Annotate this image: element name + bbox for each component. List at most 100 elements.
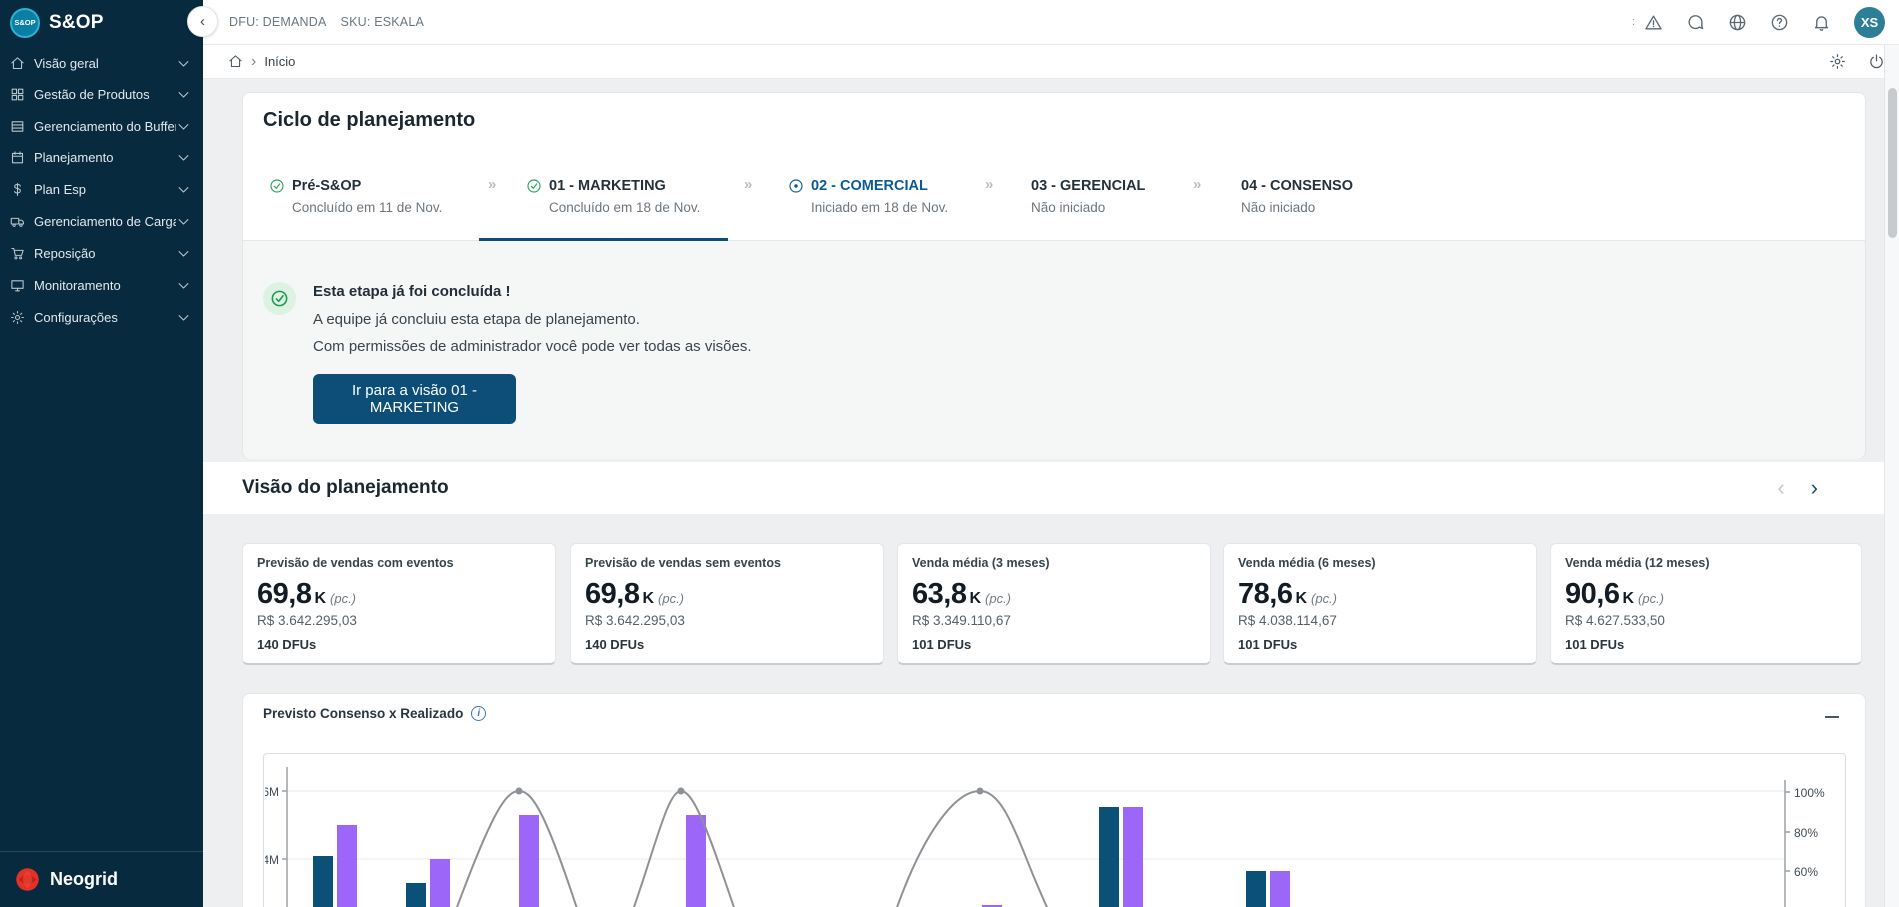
sidebar-item-gestao-produtos[interactable]: Gestão de Produtos: [0, 79, 203, 109]
step-separator-icon: »: [744, 176, 750, 193]
sidebar-item-label: Visão geral: [34, 56, 176, 71]
neogrid-wordmark: Neogrid: [50, 869, 118, 890]
vertical-scrollbar[interactable]: [1884, 0, 1899, 907]
carousel-controls: ‹ ›: [1777, 475, 1818, 501]
breadcrumb-separator-icon: ›: [251, 53, 256, 71]
step-title: Pré-S&OP: [292, 178, 361, 194]
sidebar: S&OP S&OP Visão geral Gestão de Produtos…: [0, 0, 203, 907]
sidebar-item-configuracoes[interactable]: Configurações: [0, 302, 203, 332]
context-info: DFU: DEMANDA SKU: ESKALA: [229, 15, 424, 29]
kpi-currency: R$ 3.349.110,67: [912, 613, 1196, 628]
step-separator-icon: »: [1193, 176, 1199, 193]
chevron-down-icon: [176, 56, 191, 71]
chart-header: Previsto Consenso x Realizado i: [263, 706, 486, 721]
sidebar-item-monitoramento[interactable]: Monitoramento: [0, 270, 203, 300]
sidebar-item-reposicao[interactable]: Reposição: [0, 238, 203, 268]
sidebar-item-planejamento[interactable]: Planejamento: [0, 142, 203, 172]
step-subtitle: Concluído em 18 de Nov.: [549, 200, 700, 215]
step-separator-icon: »: [488, 176, 494, 193]
planning-view-header: Visão do planejamento ‹ ›: [203, 462, 1884, 514]
chart-title: Previsto Consenso x Realizado: [263, 706, 463, 721]
success-badge: [263, 282, 296, 315]
minimize-icon[interactable]: [1825, 716, 1839, 718]
breadcrumb-current: Início: [264, 54, 295, 69]
step-subtitle: Não iniciado: [1031, 200, 1145, 215]
kpi-title: Previsão de vendas sem eventos: [585, 556, 869, 570]
brand: S&OP S&OP: [0, 0, 203, 45]
notice-title: Esta etapa já foi concluída !: [313, 283, 511, 300]
step-title: 04 - CONSENSO: [1241, 178, 1353, 194]
help-icon[interactable]: [1770, 13, 1789, 32]
chat-icon[interactable]: [1686, 13, 1705, 32]
kpi-currency: R$ 3.642.295,03: [585, 613, 869, 628]
kpi-dfus: 101 DFUs: [1238, 637, 1522, 652]
power-icon[interactable]: [1868, 53, 1885, 70]
sidebar-item-label: Configurações: [34, 310, 176, 325]
kpi-card-previsao-sem-eventos: Previsão de vendas sem eventos 69,8K(pc.…: [570, 543, 884, 665]
alert-triangle-icon[interactable]: [1644, 13, 1663, 32]
kpi-card-venda-media-3m: Venda média (3 meses) 63,8K(pc.) R$ 3.34…: [897, 543, 1211, 665]
kpi-value: 78,6K(pc.): [1238, 578, 1522, 611]
scrollbar-thumb[interactable]: [1888, 88, 1897, 238]
sidebar-item-label: Monitoramento: [34, 278, 176, 293]
app-title: S&OP: [49, 12, 104, 34]
step-title: 02 - COMERCIAL: [811, 178, 928, 194]
chart-plot-area: 6M4M100%80%60%: [263, 753, 1846, 907]
chevron-down-icon: [176, 182, 191, 197]
chevron-down-icon: [176, 246, 191, 261]
step-03-gerencial[interactable]: 03 - GERENCIAL Não iniciado: [1031, 156, 1145, 241]
home-icon: [10, 56, 25, 71]
go-to-marketing-view-button[interactable]: Ir para a visão 01 - MARKETING: [313, 374, 516, 424]
step-subtitle: Não iniciado: [1241, 200, 1353, 215]
sidebar-item-plan-esp[interactable]: Plan Esp: [0, 174, 203, 204]
gear-icon[interactable]: [1829, 53, 1846, 70]
truck-icon: [10, 214, 25, 229]
breadcrumb-bar: › Início: [203, 45, 1899, 79]
step-separator-icon: »: [985, 176, 991, 193]
kpi-dfus: 101 DFUs: [912, 637, 1196, 652]
sidebar-item-visao-geral[interactable]: Visão geral: [0, 48, 203, 78]
svg-text:60%: 60%: [1794, 865, 1818, 879]
sidebar-item-gerenciamento-cargas[interactable]: Gerenciamento de Cargas: [0, 206, 203, 236]
monitor-icon: [10, 278, 25, 293]
chevron-down-icon: [176, 150, 191, 165]
rows-icon: [10, 119, 25, 134]
cart-icon: [10, 246, 25, 261]
step-04-consenso[interactable]: 04 - CONSENSO Não iniciado: [1241, 156, 1353, 241]
kpi-currency: R$ 3.642.295,03: [257, 613, 541, 628]
step-pre-sop[interactable]: Pré-S&OP Concluído em 11 de Nov.: [269, 156, 442, 241]
progress-pin-icon: [788, 178, 804, 194]
chevron-down-icon: [176, 310, 191, 325]
topbar: DFU: DEMANDA SKU: ESKALA : XS: [203, 0, 1899, 45]
step-title: 03 - GERENCIAL: [1031, 178, 1145, 194]
app-root: S&OP S&OP Visão geral Gestão de Produtos…: [0, 0, 1899, 907]
bell-icon[interactable]: [1812, 13, 1831, 32]
chevron-down-icon: [176, 278, 191, 293]
sidebar-item-gerenciamento-buffer[interactable]: Gerenciamento do Buffer: [0, 111, 203, 141]
sidebar-item-label: Reposição: [34, 246, 176, 261]
svg-text:80%: 80%: [1794, 826, 1818, 840]
kpi-title: Venda média (3 meses): [912, 556, 1196, 570]
globe-icon[interactable]: [1728, 13, 1747, 32]
check-circle-icon: [526, 178, 542, 194]
svg-text:6M: 6M: [265, 785, 279, 799]
context-dfu: DFU: DEMANDA: [229, 15, 327, 29]
carousel-next-icon[interactable]: ›: [1811, 475, 1818, 501]
sidebar-footer: Neogrid: [0, 851, 203, 907]
carousel-prev-icon[interactable]: ‹: [1777, 475, 1784, 501]
step-02-comercial[interactable]: 02 - COMERCIAL Iniciado em 18 de Nov.: [788, 156, 948, 241]
kpi-title: Previsão de vendas com eventos: [257, 556, 541, 570]
section-title: Ciclo de planejamento: [263, 109, 475, 132]
topbar-actions: : XS: [1632, 7, 1899, 38]
notice-line: A equipe já concluiu esta etapa de plane…: [313, 311, 640, 328]
grid-icon: [10, 87, 25, 102]
kpi-value: 90,6K(pc.): [1565, 578, 1847, 611]
kpi-dfus: 140 DFUs: [585, 637, 869, 652]
kpi-title: Venda média (6 meses): [1238, 556, 1522, 570]
home-icon[interactable]: [228, 54, 243, 69]
sidebar-collapse-button[interactable]: ‹: [187, 6, 218, 37]
info-icon[interactable]: i: [471, 706, 486, 721]
avatar[interactable]: XS: [1854, 7, 1885, 38]
step-01-marketing[interactable]: 01 - MARKETING Concluído em 18 de Nov.: [526, 156, 700, 241]
kpi-card-venda-media-6m: Venda média (6 meses) 78,6K(pc.) R$ 4.03…: [1223, 543, 1537, 665]
